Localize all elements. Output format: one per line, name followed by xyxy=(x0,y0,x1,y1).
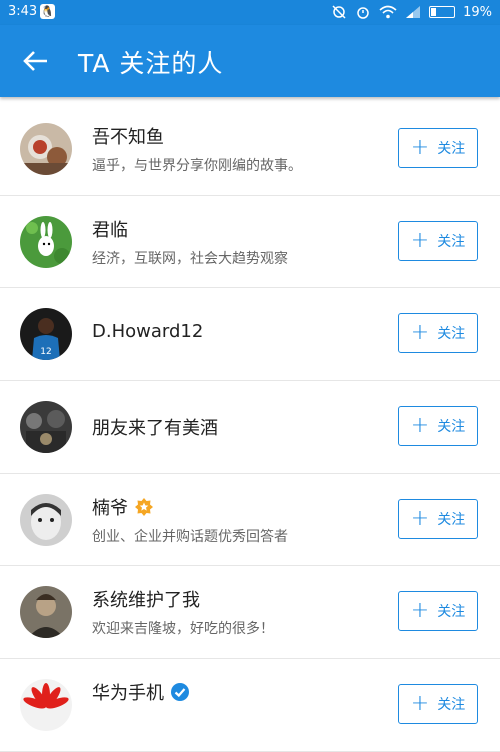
avatar: 12 xyxy=(20,308,72,361)
following-list: 吾不知鱼 逼乎，与世界分享你刚编的故事。 + 关注 君临 经济，互联网，社会大趋势… xyxy=(0,103,500,752)
follow-button[interactable]: + 关注 xyxy=(398,128,478,168)
battery-percent: 19% xyxy=(463,4,492,20)
list-item[interactable]: 吾不知鱼 逼乎，与世界分享你刚编的故事。 + 关注 xyxy=(0,103,500,196)
battery-icon xyxy=(429,6,456,18)
user-description: 经济，互联网，社会大趋势观察 xyxy=(92,250,288,267)
plus-icon: + xyxy=(410,505,430,531)
user-name: 吾不知鱼 xyxy=(92,127,164,148)
list-item[interactable]: 系统维护了我 欢迎来吉隆坡，好吃的很多！ + 关注 xyxy=(0,566,500,660)
avatar xyxy=(20,679,72,732)
plus-icon: + xyxy=(410,598,430,624)
alarm-icon xyxy=(357,7,369,19)
user-name: 系统维护了我 xyxy=(92,590,200,612)
arrow-left-icon[interactable] xyxy=(22,49,50,73)
plus-icon: + xyxy=(410,135,430,160)
user-name: 楠爷 xyxy=(92,494,154,520)
avatar xyxy=(20,493,72,546)
svg-text:12: 12 xyxy=(40,347,51,357)
plus-icon: + xyxy=(410,227,430,253)
app-bar: TA 关注的人 xyxy=(0,25,500,97)
follow-button[interactable]: + 关注 xyxy=(398,313,478,354)
avatar xyxy=(20,401,72,454)
user-description: 逼乎，与世界分享你刚编的故事。 xyxy=(92,158,302,174)
list-item[interactable]: 君临 经济，互联网，社会大趋势观察 + 关注 xyxy=(0,196,500,289)
follow-button[interactable]: + 关注 xyxy=(398,498,478,539)
user-name: 华为手机 xyxy=(92,679,190,705)
page-title: TA 关注的人 xyxy=(78,49,224,78)
qq-notification-icon: 🐧 xyxy=(40,4,55,19)
list-item[interactable]: 楠爷 创业、企业并购话题优秀回答者 + 关注 xyxy=(0,474,500,567)
wifi-icon xyxy=(379,5,397,19)
list-item[interactable]: 朋友来了有美酒 + 关注 xyxy=(0,381,500,474)
plus-icon: + xyxy=(410,413,430,439)
check-badge-icon xyxy=(171,683,189,702)
user-description: 欢迎来吉隆坡，好吃的很多！ xyxy=(92,621,274,638)
user-name: 君临 xyxy=(92,219,128,241)
follow-button[interactable]: + 关注 xyxy=(398,684,478,725)
follow-button[interactable]: + 关注 xyxy=(398,591,478,632)
list-item[interactable]: 华为手机 + 关注 xyxy=(0,659,500,752)
avatar xyxy=(20,586,72,639)
star-badge-icon xyxy=(135,497,153,516)
list-item[interactable]: 12 D.Howard12 + 关注 xyxy=(0,288,500,382)
user-description: 创业、企业并购话题优秀回答者 xyxy=(92,528,288,545)
avatar xyxy=(20,123,72,175)
user-name: D.Howard12 xyxy=(92,321,204,343)
user-name: 朋友来了有美酒 xyxy=(92,418,218,440)
status-bar: 3:43 🐧 19% xyxy=(0,0,500,25)
sync-off-icon xyxy=(332,5,346,19)
follow-button[interactable]: + 关注 xyxy=(398,220,478,261)
status-icons: 19% xyxy=(331,4,492,20)
plus-icon: + xyxy=(410,691,430,717)
signal-icon xyxy=(406,6,421,18)
avatar xyxy=(20,215,72,268)
status-time: 3:43 xyxy=(8,4,38,19)
plus-icon: + xyxy=(410,320,430,346)
follow-button[interactable]: + 关注 xyxy=(398,406,478,447)
